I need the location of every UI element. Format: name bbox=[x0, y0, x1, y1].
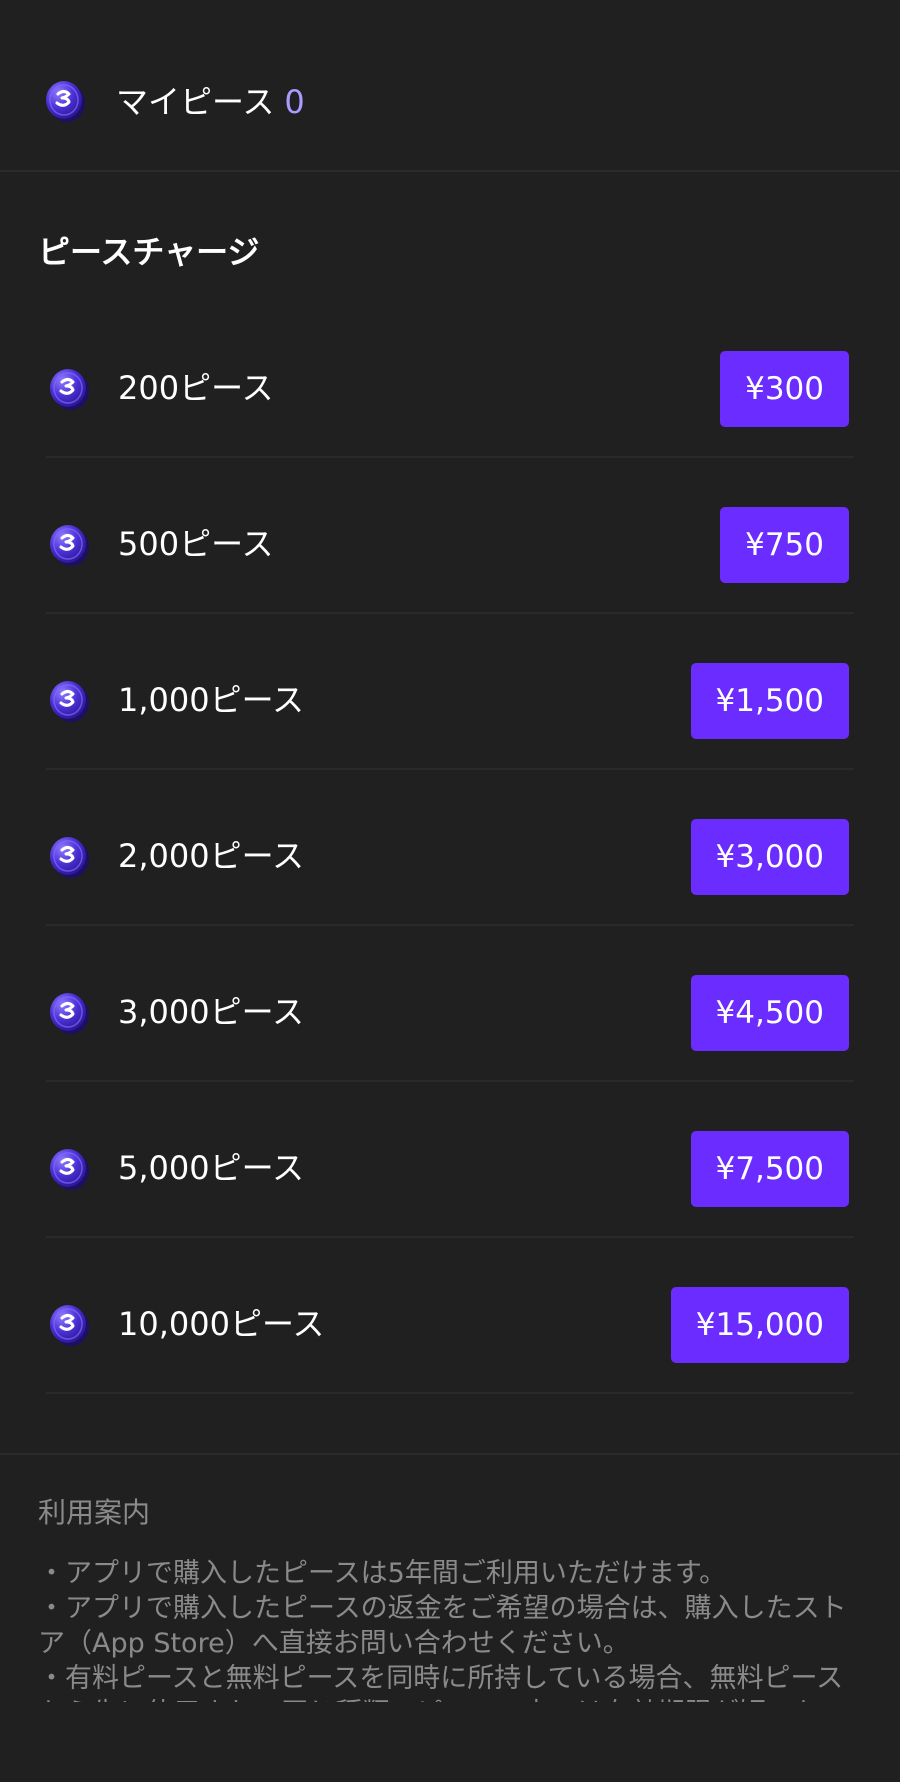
buy-button[interactable]: ¥750 bbox=[720, 507, 849, 583]
package-row: 1,000ピース ¥1,500 bbox=[46, 614, 854, 770]
package-row: 10,000ピース ¥15,000 bbox=[46, 1238, 854, 1394]
package-row: 5,000ピース ¥7,500 bbox=[46, 1082, 854, 1238]
info-item: ・アプリで購入したピースは5年間ご利用いただけます。 bbox=[38, 1558, 727, 1589]
package-label: 5,000ピース bbox=[118, 1149, 305, 1187]
package-label: 1,000ピース bbox=[118, 681, 305, 719]
buy-button[interactable]: ¥7,500 bbox=[690, 1131, 849, 1207]
package-row: 3,000ピース ¥4,500 bbox=[46, 926, 854, 1082]
buy-button[interactable]: ¥4,500 bbox=[690, 975, 849, 1051]
buy-button[interactable]: ¥3,000 bbox=[690, 819, 849, 895]
piece-coin-icon bbox=[46, 366, 92, 412]
balance-label: マイピース 0 bbox=[116, 82, 305, 122]
buy-button[interactable]: ¥300 bbox=[720, 351, 849, 427]
piece-coin-icon bbox=[46, 678, 92, 724]
package-label: 500ピース bbox=[118, 525, 274, 563]
package-label: 10,000ピース bbox=[118, 1305, 325, 1343]
balance-bar: マイピース 0 bbox=[0, 0, 900, 172]
piece-coin-icon bbox=[46, 1302, 92, 1348]
balance-value: 0 bbox=[284, 83, 305, 121]
package-label: 3,000ピース bbox=[118, 993, 305, 1031]
balance-label-text: マイピース bbox=[116, 83, 275, 121]
info-item: ・有料ピースと無料ピースを同時に所持している場合、無料ピースから先に使用され、同… bbox=[38, 1663, 847, 1702]
package-label: 2,000ピース bbox=[118, 837, 305, 875]
section-divider bbox=[0, 1453, 900, 1455]
section-title: ピースチャージ bbox=[38, 233, 260, 271]
piece-coin-icon bbox=[46, 834, 92, 880]
piece-coin-icon bbox=[46, 1146, 92, 1192]
info-item: ・アプリで購入したピースの返金をご希望の場合は、購入したストア（App Stor… bbox=[38, 1593, 847, 1659]
package-label: 200ピース bbox=[118, 369, 274, 407]
piece-coin-icon bbox=[42, 78, 88, 124]
piece-coin-icon bbox=[46, 990, 92, 1036]
info-title: 利用案内 bbox=[38, 1496, 151, 1529]
package-row: 200ピース ¥300 bbox=[46, 302, 854, 458]
buy-button[interactable]: ¥1,500 bbox=[690, 663, 849, 739]
package-row: 2,000ピース ¥3,000 bbox=[46, 770, 854, 926]
piece-coin-icon bbox=[46, 522, 92, 568]
package-row: 500ピース ¥750 bbox=[46, 458, 854, 614]
info-list[interactable]: ・アプリで購入したピースは5年間ご利用いただけます。 ・アプリで購入したピースの… bbox=[38, 1556, 868, 1702]
buy-button[interactable]: ¥15,000 bbox=[670, 1287, 849, 1363]
